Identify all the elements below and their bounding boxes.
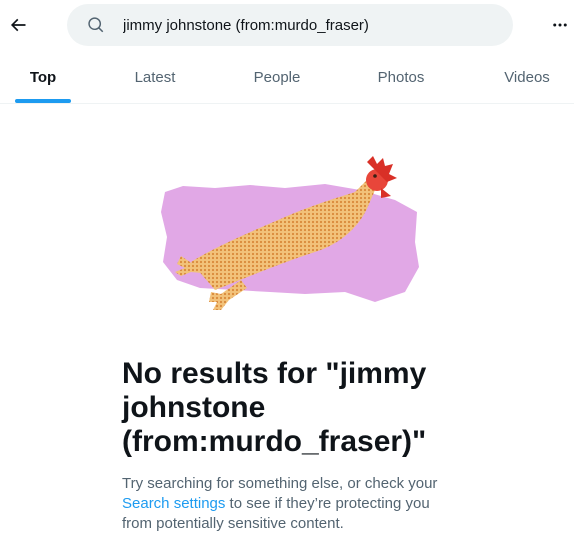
back-button[interactable]: [4, 8, 32, 42]
tab-top[interactable]: Top: [0, 52, 86, 104]
empty-state-desc-before: Try searching for something else, or che…: [122, 475, 438, 492]
more-horizontal-icon: [553, 23, 567, 27]
tab-photos[interactable]: Photos: [358, 52, 444, 104]
more-button[interactable]: [546, 12, 574, 38]
tab-latest[interactable]: Latest: [112, 52, 198, 104]
search-settings-link[interactable]: Search settings: [122, 495, 225, 512]
empty-state-title: No results for "jimmy johnstone (from:mu…: [122, 357, 427, 458]
search-input[interactable]: [123, 4, 493, 46]
search-tabs: Top Latest People Photos Videos: [0, 52, 574, 104]
tab-videos[interactable]: Videos: [484, 52, 570, 104]
top-bar: [0, 0, 574, 52]
rubber-chicken-illustration: [161, 156, 419, 310]
active-tab-indicator: [15, 99, 71, 103]
search-icon: [88, 17, 104, 33]
search-box[interactable]: [67, 4, 513, 46]
empty-state-description: Try searching for something else, or che…: [122, 474, 452, 534]
tab-people[interactable]: People: [234, 52, 320, 104]
arrow-left-icon: [10, 18, 26, 32]
